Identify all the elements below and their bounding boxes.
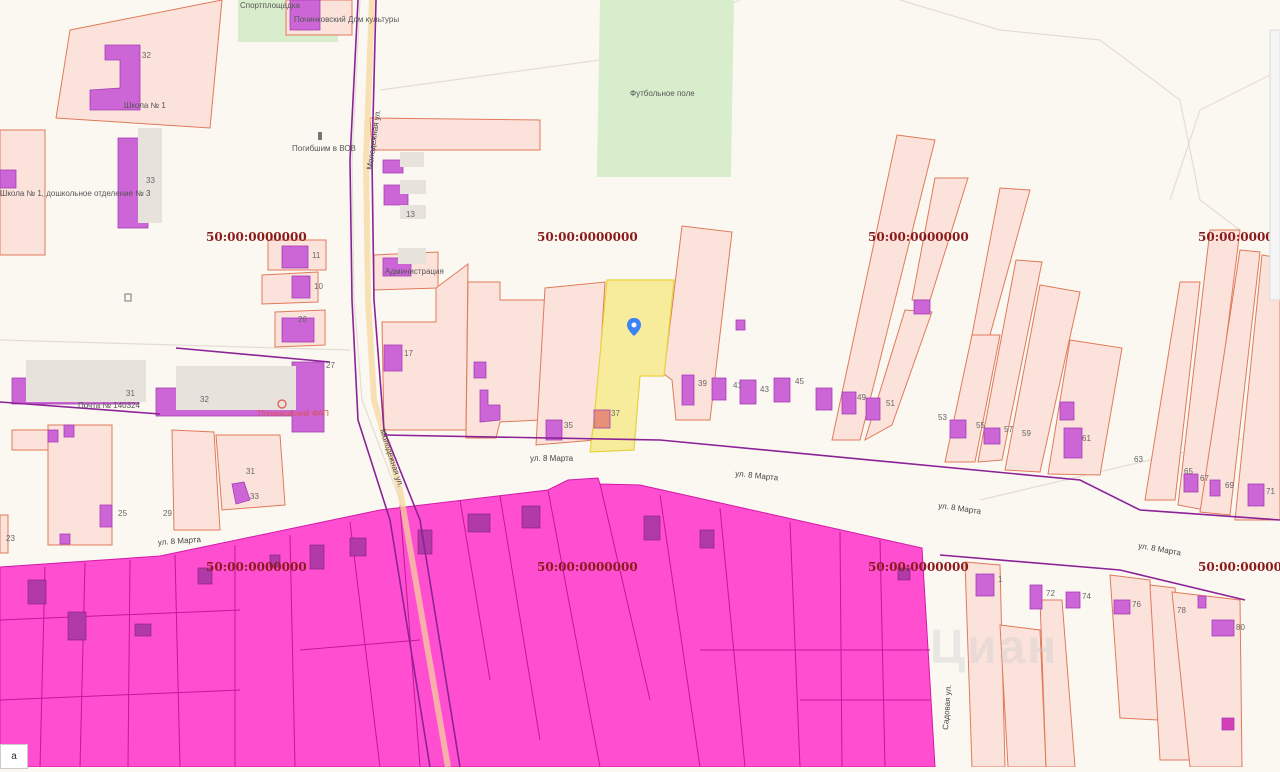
street-march8-3: ул. 8 Марта <box>938 501 982 516</box>
svg-text:11: 11 <box>312 251 321 260</box>
street-march8-2: ул. 8 Марта <box>735 469 779 483</box>
svg-text:50:00:0000000: 50:00:0000000 <box>537 560 638 574</box>
svg-text:71: 71 <box>1266 487 1275 496</box>
poi-school: Школа № 1 <box>124 101 166 110</box>
svg-text:65: 65 <box>1184 467 1193 476</box>
street-march8-4: ул. 8 Марта <box>1138 541 1183 557</box>
svg-text:25: 25 <box>118 509 127 518</box>
svg-text:59: 59 <box>1022 429 1031 438</box>
svg-text:37: 37 <box>611 409 620 418</box>
svg-text:41: 41 <box>733 381 742 390</box>
poi-culture: Починковский Дом культуры <box>294 15 399 24</box>
svg-text:27: 27 <box>326 361 335 370</box>
svg-text:61: 61 <box>1082 434 1091 443</box>
svg-text:74: 74 <box>1082 592 1091 601</box>
trash-icon <box>124 293 132 302</box>
svg-text:50:00:0000000: 50:00:0000000 <box>206 230 307 244</box>
svg-text:29: 29 <box>163 509 172 518</box>
svg-text:10: 10 <box>314 282 323 291</box>
poi-school-left: Школа № 1, дошкольное отделение № 3 <box>0 189 151 198</box>
svg-text:32: 32 <box>142 51 151 60</box>
svg-text:31: 31 <box>246 467 255 476</box>
svg-text:23: 23 <box>6 534 15 543</box>
corner-label[interactable]: a <box>0 744 28 769</box>
poi-memorial: Погибшим в ВОВ <box>292 144 356 153</box>
svg-text:31: 31 <box>126 389 135 398</box>
cadastral-map[interactable]: Молодежная ул. Молодежная ул. ул. 8 Март… <box>0 0 1280 768</box>
poi-admin: Администрация <box>385 267 444 276</box>
svg-text:43: 43 <box>760 385 769 394</box>
svg-text:17: 17 <box>404 349 413 358</box>
svg-text:50:00:0000000: 50:00:0000000 <box>206 560 307 574</box>
street-sadovaya: Садовая ул. <box>941 684 953 730</box>
monument-icon <box>318 132 322 140</box>
svg-text:72: 72 <box>1046 589 1055 598</box>
svg-text:50:00:0000000: 50:00:0000000 <box>868 560 969 574</box>
svg-text:69: 69 <box>1225 481 1234 490</box>
right-edge-panel <box>1269 29 1280 301</box>
svg-text:55: 55 <box>976 421 985 430</box>
svg-text:33: 33 <box>146 176 155 185</box>
svg-text:50:00:0000000: 50:00:0000000 <box>1198 230 1280 244</box>
watermark: Циан <box>930 621 1059 674</box>
svg-text:1: 1 <box>998 575 1003 584</box>
svg-text:67: 67 <box>1200 474 1209 483</box>
svg-text:49: 49 <box>857 393 866 402</box>
svg-text:78: 78 <box>1177 606 1186 615</box>
svg-text:26: 26 <box>298 315 307 324</box>
svg-text:51: 51 <box>886 399 895 408</box>
svg-text:45: 45 <box>795 377 804 386</box>
svg-text:50:00:0000000: 50:00:0000000 <box>1198 560 1280 574</box>
svg-text:57: 57 <box>1004 425 1013 434</box>
svg-text:32: 32 <box>200 395 209 404</box>
parcels-middle <box>381 134 1280 521</box>
svg-text:50:00:0000000: 50:00:0000000 <box>868 230 969 244</box>
svg-text:76: 76 <box>1132 600 1141 609</box>
street-march8-5: ул. 8 Марта <box>158 535 202 547</box>
svg-text:63: 63 <box>1134 455 1143 464</box>
poi-post: Почта № 140324 <box>78 401 140 410</box>
street-march8-1: ул. 8 Марта <box>530 454 574 463</box>
poi-football: Футбольное поле <box>630 89 695 98</box>
svg-text:80: 80 <box>1236 623 1245 632</box>
magenta-zone[interactable] <box>0 477 936 768</box>
svg-text:53: 53 <box>938 413 947 422</box>
svg-text:13: 13 <box>406 210 415 219</box>
svg-text:50:00:0000000: 50:00:0000000 <box>537 230 638 244</box>
svg-text:35: 35 <box>564 421 573 430</box>
poi-fap: Починковский ФАП <box>258 409 329 418</box>
svg-text:39: 39 <box>698 379 707 388</box>
svg-text:33: 33 <box>250 492 259 501</box>
poi-sport: Спортплощадка <box>240 1 300 10</box>
